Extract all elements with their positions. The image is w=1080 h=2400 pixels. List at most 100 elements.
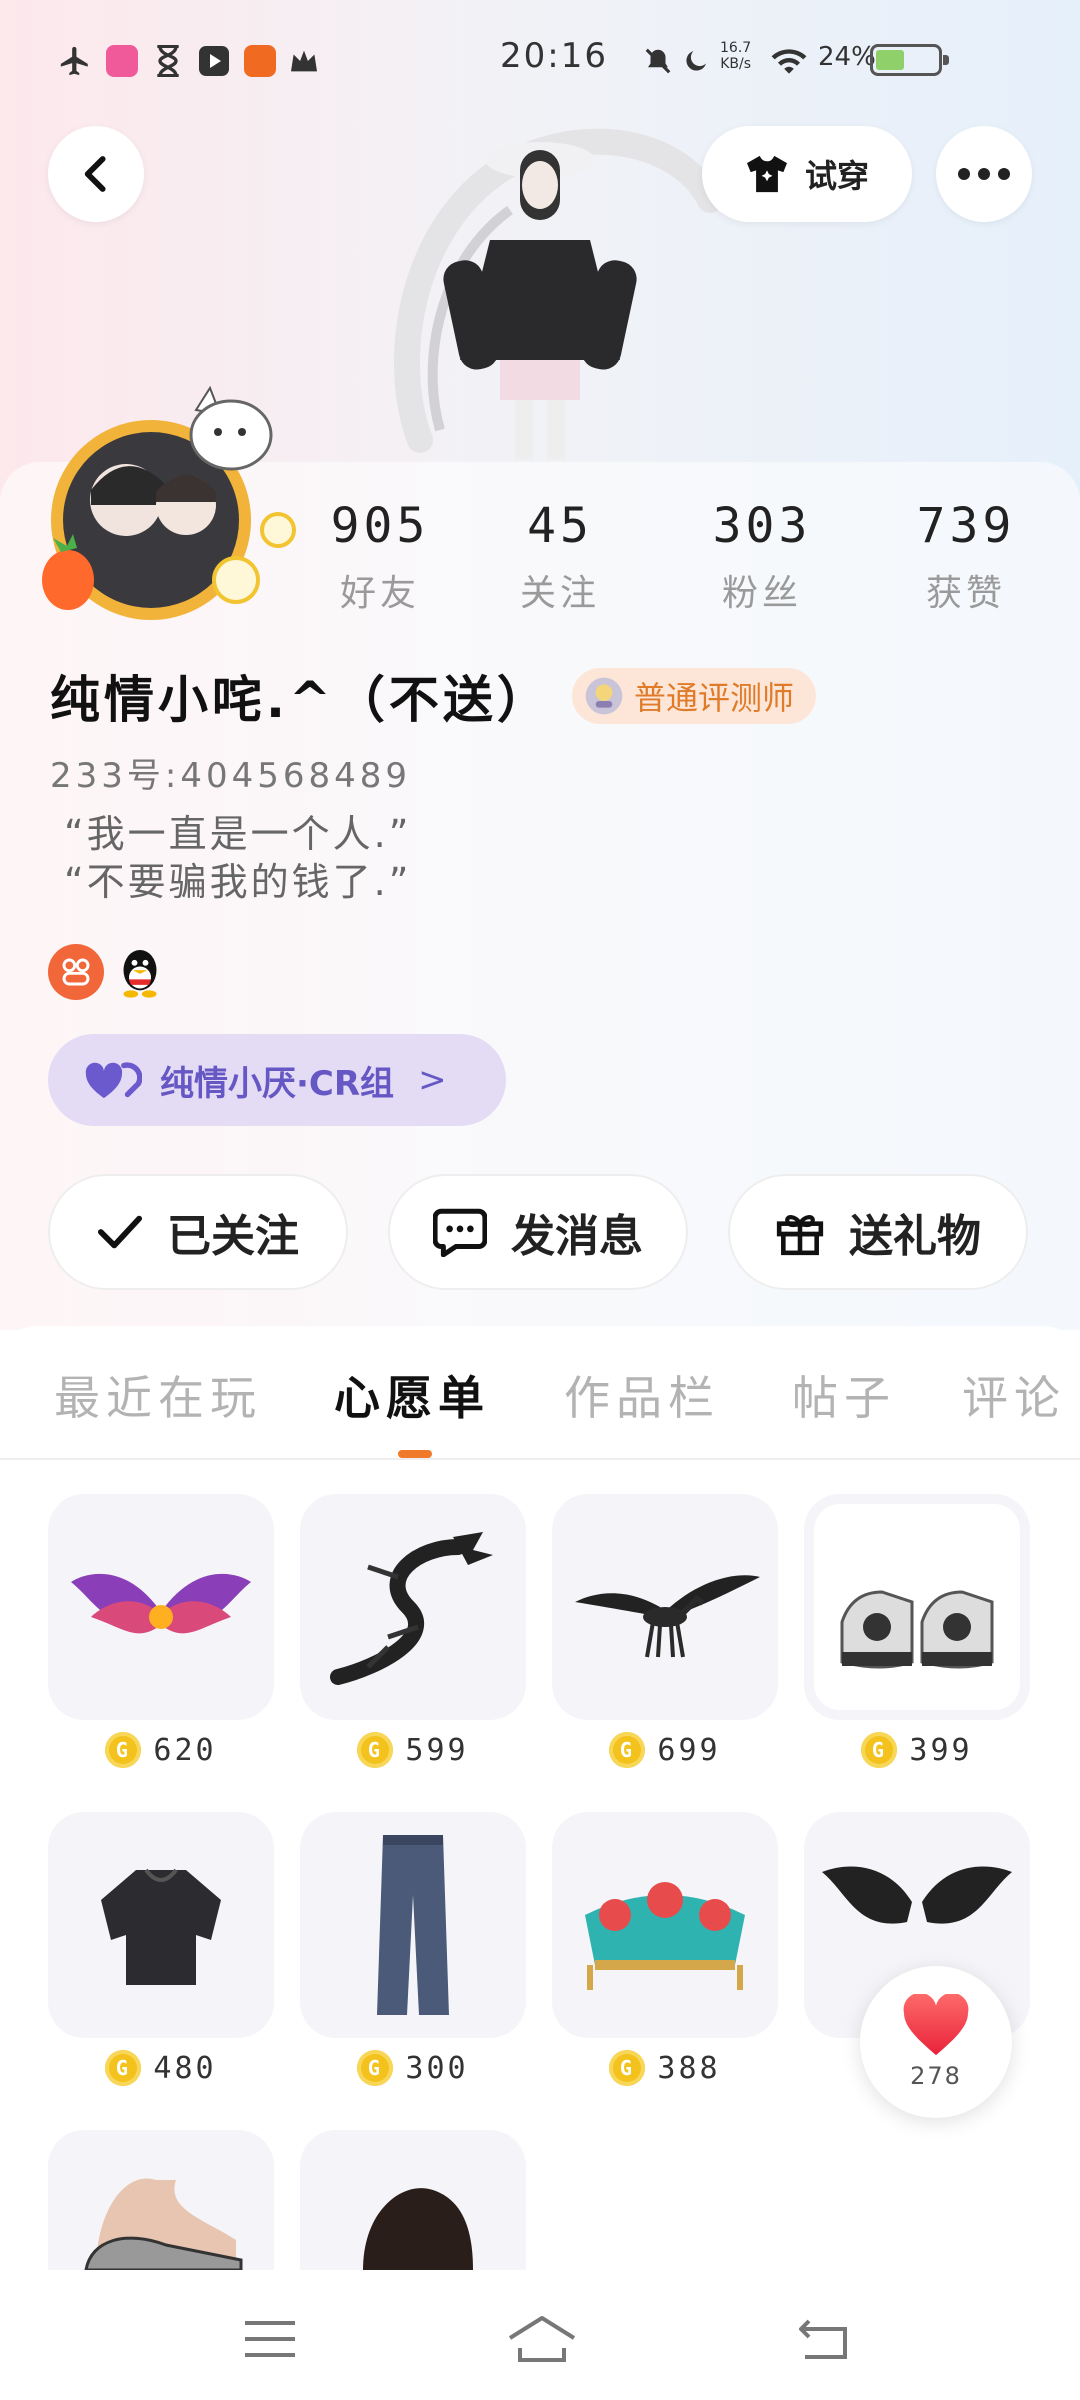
reviewer-badge-label: 普通评测师 [634, 679, 795, 717]
followed-button[interactable]: 已关注 [48, 1174, 348, 1290]
group-label: 纯情小厌·CR组 [160, 1063, 395, 1104]
heart-group-icon [85, 1062, 142, 1099]
heart-icon [903, 1994, 969, 2056]
hourglass-icon [150, 44, 186, 78]
tab-works[interactable]: 作品栏 [564, 1362, 720, 1428]
crown-icon [286, 44, 322, 78]
stat-likes[interactable]: 739 获赞 [896, 498, 1036, 616]
more-dots-icon [958, 168, 1010, 180]
gift-label: 送礼物 [849, 1211, 981, 1262]
tab-posts[interactable]: 帖子 [792, 1362, 896, 1428]
item-thumbnail [804, 1494, 1030, 1720]
item-price: G 388 [552, 2050, 778, 2086]
reviewer-badge[interactable]: 普通评测师 [572, 668, 817, 724]
item-price: G 620 [48, 1732, 274, 1768]
avatar[interactable] [36, 380, 296, 640]
wifi-icon [768, 44, 810, 78]
airplane-icon [56, 44, 94, 78]
item-thumbnail [552, 1812, 778, 2038]
stat-fans[interactable]: 303 粉丝 [692, 498, 832, 616]
try-on-button[interactable]: 试穿 [702, 126, 912, 222]
signature: “我一直是一个人.” “不要骗我的钱了.” [64, 810, 411, 906]
moon-icon [678, 44, 714, 78]
try-on-label: 试穿 [804, 157, 869, 195]
check-icon [97, 1215, 143, 1249]
stat-likes-value: 739 [916, 498, 1016, 554]
item-price: G 399 [804, 1732, 1030, 1768]
coin-icon: G [609, 1732, 646, 1768]
avatar-character-figure [380, 110, 723, 460]
system-nav-bar [0, 2270, 1080, 2400]
message-label: 发消息 [511, 1211, 643, 1262]
stat-friends-label: 好友 [339, 573, 420, 614]
stat-friends-value: 905 [330, 498, 430, 554]
wishlist-item[interactable] [48, 2130, 274, 2270]
coin-icon: G [105, 2050, 142, 2086]
app-icon-orange [242, 44, 278, 78]
profile-name: 纯情小咤.^（不送） [50, 671, 551, 729]
coin-icon: G [609, 2050, 646, 2086]
item-price: G 699 [552, 1732, 778, 1768]
qq-icon[interactable] [112, 944, 168, 1000]
gift-button[interactable]: 送礼物 [728, 1174, 1028, 1290]
more-button[interactable] [936, 126, 1032, 222]
stat-friends[interactable]: 905 好友 [310, 498, 450, 616]
profile-tabs: 最近在玩 心愿单 作品栏 帖子 评论 [0, 1326, 1080, 1460]
item-thumbnail [552, 1494, 778, 1720]
item-thumbnail [48, 1812, 274, 2038]
coin-icon: G [105, 1732, 142, 1768]
tshirt-icon [746, 155, 787, 193]
gift-icon [776, 1215, 824, 1256]
item-price: G 480 [48, 2050, 274, 2086]
back-button[interactable] [48, 126, 144, 222]
app-link-icon[interactable] [48, 944, 104, 1000]
stat-following[interactable]: 45 关注 [490, 498, 630, 616]
wishlist-item[interactable]: G 620 [48, 1494, 274, 1768]
item-thumbnail [300, 2130, 526, 2270]
item-thumbnail [300, 1812, 526, 2038]
battery-percent: 24% [818, 42, 876, 72]
chevron-left-icon [84, 156, 106, 192]
wishlist-item[interactable]: G 300 [300, 1812, 526, 2086]
video-icon [196, 44, 232, 78]
back-nav-icon[interactable] [794, 2314, 854, 2364]
wishlist-item[interactable]: G 599 [300, 1494, 526, 1768]
coin-icon: G [357, 2050, 394, 2086]
battery-icon [870, 44, 949, 76]
item-thumbnail [48, 1494, 274, 1720]
item-thumbnail [48, 2130, 274, 2270]
wishlist-item[interactable]: G 480 [48, 1812, 274, 2086]
like-count: 278 [910, 2062, 962, 2090]
active-tab-indicator [398, 1450, 432, 1458]
wishlist-item[interactable]: G 699 [552, 1494, 778, 1768]
followed-label: 已关注 [167, 1211, 299, 1262]
wishlist-item[interactable] [300, 2130, 526, 2270]
tab-comments[interactable]: 评论 [962, 1362, 1066, 1428]
status-bar: 20:16 16.7 KB/s 24% [0, 0, 1080, 120]
status-time: 20:16 [500, 36, 608, 76]
wishlist-item[interactable]: G 388 [552, 1812, 778, 2086]
coin-icon: G [357, 1732, 394, 1768]
item-price: G 599 [300, 1732, 526, 1768]
mute-icon [640, 44, 676, 78]
chat-bubble-icon [433, 1208, 487, 1257]
item-price: G 300 [300, 2050, 526, 2086]
message-button[interactable]: 发消息 [388, 1174, 688, 1290]
menu-icon[interactable] [240, 2314, 300, 2364]
coin-icon: G [861, 1732, 898, 1768]
wishlist-item[interactable]: G 399 [804, 1494, 1030, 1768]
tab-recently-played[interactable]: 最近在玩 [54, 1362, 262, 1428]
stat-following-label: 关注 [519, 573, 600, 614]
stat-fans-label: 粉丝 [721, 573, 802, 614]
chevron-right-icon: > [418, 1060, 447, 1100]
reviewer-badge-icon [585, 677, 623, 715]
home-icon[interactable] [504, 2314, 580, 2364]
user-id[interactable]: 233号:404568489 [50, 748, 411, 797]
like-button[interactable]: 278 [860, 1966, 1012, 2118]
signature-line-1: “我一直是一个人.” [64, 812, 412, 856]
tab-wishlist[interactable]: 心愿单 [334, 1362, 490, 1428]
group-link[interactable]: 纯情小厌·CR组 > [48, 1034, 506, 1126]
app-icon-pink [104, 44, 140, 78]
stat-fans-value: 303 [712, 498, 812, 554]
net-speed: 16.7 KB/s [720, 40, 752, 72]
